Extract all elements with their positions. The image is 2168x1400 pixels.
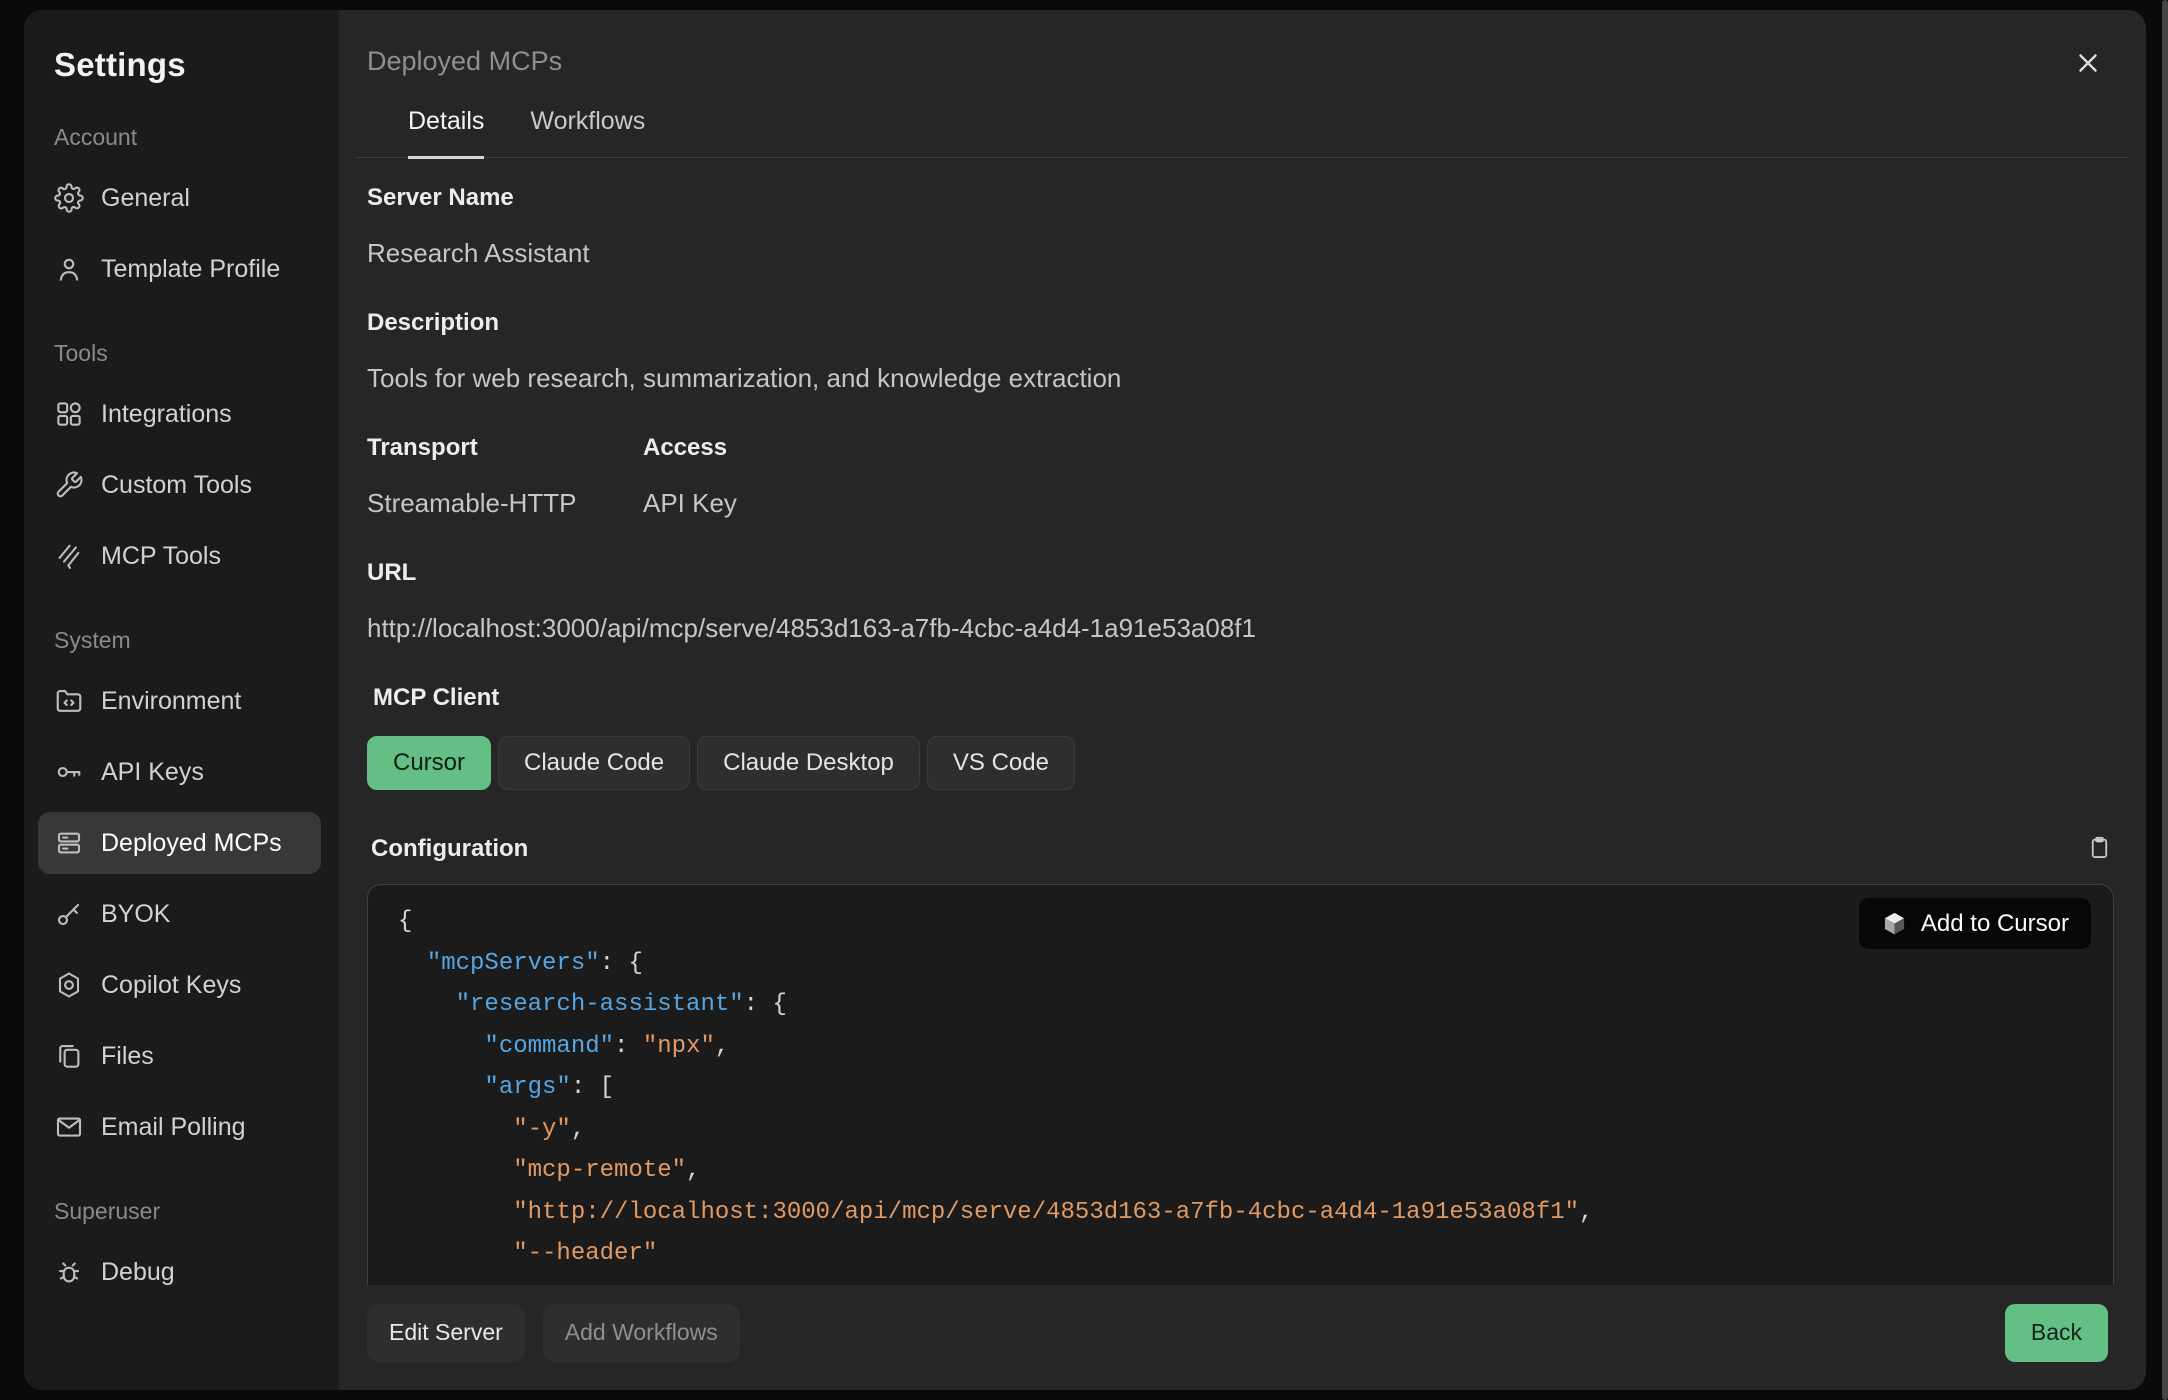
close-icon[interactable]	[2070, 46, 2106, 82]
transport-label: Transport	[367, 434, 643, 462]
client-button-claude-desktop[interactable]: Claude Desktop	[697, 736, 920, 790]
server-name-label: Server Name	[367, 184, 2114, 212]
cursor-cube-icon	[1881, 910, 1908, 937]
sidebar-section-superuser: Superuser	[54, 1198, 321, 1225]
clipboard-icon[interactable]	[2084, 834, 2114, 864]
add-to-cursor-label: Add to Cursor	[1921, 910, 2069, 938]
settings-sidebar: Settings Account General Template Profil…	[24, 10, 339, 1390]
envelope-icon	[54, 1112, 84, 1142]
sidebar-item-label: MCP Tools	[101, 542, 221, 571]
mcp-layers-icon	[54, 541, 84, 571]
settings-title: Settings	[54, 46, 321, 84]
sidebar-item-files[interactable]: Files	[38, 1025, 321, 1087]
wrench-icon	[54, 470, 84, 500]
bug-icon	[54, 1257, 84, 1287]
sidebar-item-label: Debug	[101, 1258, 175, 1287]
tab-workflows[interactable]: Workflows	[530, 107, 645, 159]
add-workflows-button[interactable]: Add Workflows	[543, 1304, 740, 1362]
sidebar-item-custom-tools[interactable]: Custom Tools	[38, 454, 321, 516]
sidebar-item-label: BYOK	[101, 900, 170, 929]
key-horizontal-icon	[54, 757, 84, 787]
footer: Edit Server Add Workflows Back	[339, 1285, 2146, 1390]
folder-code-icon	[54, 686, 84, 716]
sidebar-item-label: Custom Tools	[101, 471, 252, 500]
sidebar-item-label: Integrations	[101, 400, 232, 429]
tab-details[interactable]: Details	[408, 107, 484, 159]
gear-icon	[54, 183, 84, 213]
server-name-value: Research Assistant	[367, 238, 2114, 269]
url-label: URL	[367, 559, 2114, 587]
sidebar-item-copilot-keys[interactable]: Copilot Keys	[38, 954, 321, 1016]
sidebar-item-debug[interactable]: Debug	[38, 1241, 321, 1303]
settings-modal: Settings Account General Template Profil…	[24, 10, 2146, 1390]
sidebar-item-email-polling[interactable]: Email Polling	[38, 1096, 321, 1158]
sidebar-item-label: Copilot Keys	[101, 971, 241, 1000]
edit-server-button[interactable]: Edit Server	[367, 1304, 525, 1362]
access-label: Access	[643, 434, 737, 462]
mcp-client-label: MCP Client	[373, 684, 2114, 712]
access-value: API Key	[643, 488, 737, 519]
sidebar-item-api-keys[interactable]: API Keys	[38, 741, 321, 803]
hexagon-target-icon	[54, 970, 84, 1000]
grid-icon	[54, 399, 84, 429]
user-icon	[54, 254, 84, 284]
server-stack-icon	[54, 828, 84, 858]
sidebar-item-label: Environment	[101, 687, 241, 716]
sidebar-section-tools: Tools	[54, 340, 321, 367]
screen-background: Settings Account General Template Profil…	[0, 0, 2168, 1400]
key-diagonal-icon	[54, 899, 84, 929]
sidebar-item-general[interactable]: General	[38, 167, 321, 229]
sidebar-item-label: Files	[101, 1042, 154, 1071]
sidebar-item-label: Template Profile	[101, 255, 280, 284]
sidebar-item-template-profile[interactable]: Template Profile	[38, 238, 321, 300]
code-lines: { "mcpServers": { "research-assistant": …	[398, 901, 2113, 1275]
client-button-vs-code[interactable]: VS Code	[927, 736, 1075, 790]
client-button-cursor[interactable]: Cursor	[367, 736, 491, 790]
configuration-row: Configuration	[367, 834, 2114, 864]
configuration-code-block[interactable]: { "mcpServers": { "research-assistant": …	[367, 884, 2114, 1285]
sidebar-section-account: Account	[54, 124, 321, 151]
sidebar-item-label: General	[101, 184, 190, 213]
sidebar-item-environment[interactable]: Environment	[38, 670, 321, 732]
pages-icon	[54, 1041, 84, 1071]
panel-header: Deployed MCPs	[339, 10, 2146, 77]
description-value: Tools for web research, summarization, a…	[367, 363, 2114, 394]
deployed-mcps-panel: Deployed MCPs Details Workflows Server N…	[339, 10, 2146, 1390]
sidebar-item-integrations[interactable]: Integrations	[38, 383, 321, 445]
mcp-client-selector: Cursor Claude Code Claude Desktop VS Cod…	[367, 736, 2114, 790]
page-scrollbar[interactable]	[2162, 0, 2168, 1400]
transport-value: Streamable-HTTP	[367, 488, 643, 519]
tabs-row: Details Workflows	[355, 107, 2128, 158]
add-to-cursor-button[interactable]: Add to Cursor	[1859, 898, 2091, 949]
url-value: http://localhost:3000/api/mcp/serve/4853…	[367, 613, 2114, 644]
sidebar-item-label: Email Polling	[101, 1113, 246, 1142]
description-label: Description	[367, 309, 2114, 337]
sidebar-item-label: API Keys	[101, 758, 204, 787]
sidebar-item-deployed-mcps[interactable]: Deployed MCPs	[38, 812, 321, 874]
back-button[interactable]: Back	[2005, 1304, 2108, 1362]
sidebar-item-mcp-tools[interactable]: MCP Tools	[38, 525, 321, 587]
client-button-claude-code[interactable]: Claude Code	[498, 736, 690, 790]
sidebar-item-label: Deployed MCPs	[101, 829, 282, 858]
sidebar-item-byok[interactable]: BYOK	[38, 883, 321, 945]
configuration-label: Configuration	[371, 835, 528, 863]
details-content: Server Name Research Assistant Descripti…	[339, 158, 2146, 1285]
sidebar-section-system: System	[54, 627, 321, 654]
panel-title: Deployed MCPs	[367, 46, 2106, 77]
